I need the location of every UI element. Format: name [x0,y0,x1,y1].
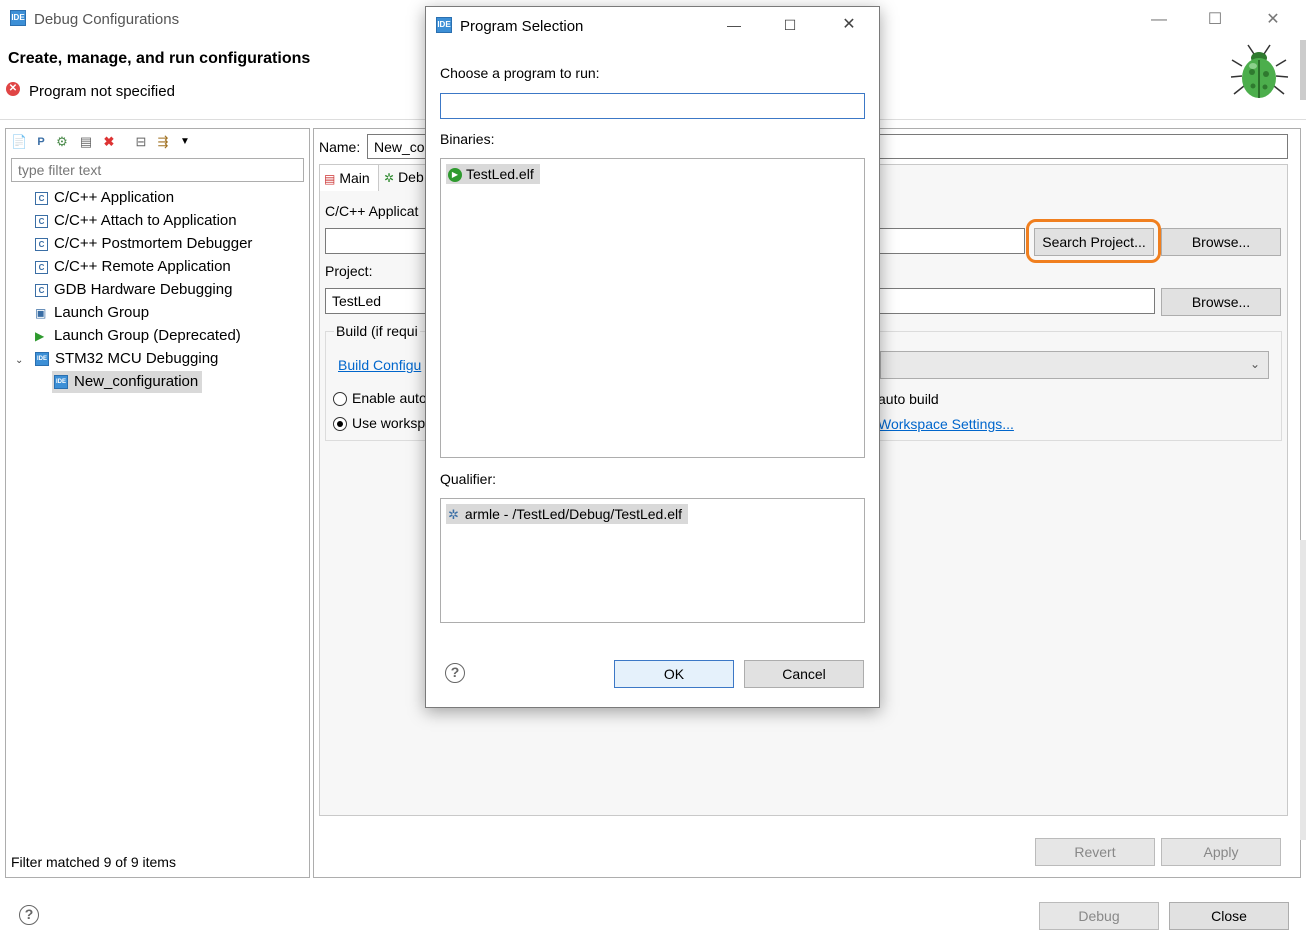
error-message: Program not specified [29,83,175,100]
error-icon: ✕ [6,82,20,96]
help-icon[interactable]: ? [445,663,465,683]
radio-label: Use worksp [352,415,426,431]
chevron-down-icon[interactable]: ▼ [177,134,193,150]
project-label: Project: [325,263,373,279]
build-config-select[interactable]: ⌄ [880,351,1269,379]
tree-item-label: C/C++ Remote Application [54,258,231,275]
bug-icon: ✲ [448,507,459,522]
maximize-icon[interactable]: ☐ [770,11,810,39]
build-config-link[interactable]: Build Configu [338,357,421,373]
maximize-icon[interactable]: ☐ [1192,6,1238,34]
binaries-label: Binaries: [440,131,495,147]
tree-item-label: C/C++ Postmortem Debugger [54,235,253,252]
c-icon: C [35,214,48,228]
debug-button[interactable]: Debug [1039,902,1159,930]
browse-project-button[interactable]: Browse... [1161,288,1281,316]
c-icon: C [35,191,48,205]
apply-button[interactable]: Apply [1161,838,1281,866]
application-label: C/C++ Applicat [325,203,419,219]
binaries-list: ▶ TestLed.elf [440,158,865,458]
ide-icon: IDE [436,17,452,33]
tree-item-gdb-hardware[interactable]: C GDB Hardware Debugging [35,279,232,301]
program-selection-dialog: IDE Program Selection — ☐ ✕ Choose a pro… [425,6,880,708]
tab-main[interactable]: ▤ Main [319,164,379,191]
delete-icon[interactable]: ✖ [101,134,117,150]
qualifier-item[interactable]: ✲ armle - /TestLed/Debug/TestLed.elf [446,504,689,524]
radio-label: Enable auto [352,390,427,406]
tree-item-cpp-remote[interactable]: C C/C++ Remote Application [35,256,231,278]
use-workspace-radio[interactable]: Use worksp [333,415,426,432]
help-icon[interactable]: ? [19,905,39,925]
duplicate-icon[interactable]: ▤ [78,134,94,150]
minimize-icon[interactable]: — [714,11,754,39]
close-icon[interactable]: ✕ [1250,6,1296,34]
ide-icon: IDE [35,352,49,367]
tree-item-new-configuration[interactable]: IDE New_configuration [52,371,203,393]
filter-status: Filter matched 9 of 9 items [11,854,176,870]
scrollbar[interactable] [1300,540,1306,840]
c-icon: C [35,260,48,274]
close-button[interactable]: Close [1169,902,1289,930]
binary-item-label: TestLed.elf [466,166,534,182]
choose-program-label: Choose a program to run: [440,65,600,81]
window-title: Debug Configurations [34,11,180,28]
binary-item[interactable]: ▶ TestLed.elf [446,164,540,184]
collapse-all-icon[interactable]: ⊟ [133,134,149,150]
minimize-icon[interactable]: — [1136,6,1182,34]
tree-item-label: STM32 MCU Debugging [55,350,219,367]
launch-group-icon: ▣ [35,306,47,320]
bug-logo-icon [1230,44,1289,98]
radio-icon [333,417,347,432]
tree-item-label: GDB Hardware Debugging [54,281,233,298]
scrollbar[interactable] [1300,40,1306,100]
program-filter-input[interactable] [440,93,865,119]
new-config-icon[interactable]: 📄 [11,134,27,150]
c-icon: C [35,283,48,297]
tree-item-launch-group[interactable]: ▣ Launch Group [35,302,149,324]
qualifier-label: Qualifier: [440,471,497,487]
browse-application-button[interactable]: Browse... [1161,228,1281,256]
close-icon[interactable]: ✕ [829,11,869,39]
tab-main-label: Main [339,170,370,186]
chevron-down-icon[interactable]: ⌄ [15,350,29,372]
export-icon[interactable]: ⚙ [54,134,70,150]
tree-item-label: C/C++ Attach to Application [54,212,237,229]
debugger-tab-icon: ✲ [384,171,395,185]
run-icon: ▶ [448,168,462,183]
tree-item-label: Launch Group (Deprecated) [54,327,241,344]
tab-debugger-label: Deb [398,169,424,185]
workspace-settings-link[interactable]: Workspace Settings... [878,416,1014,432]
enable-auto-build-radio[interactable]: Enable auto [333,390,427,407]
main-tab-icon: ▤ [324,172,336,186]
cancel-button[interactable]: Cancel [744,660,864,688]
c-icon: C [35,237,48,251]
tree-item-stm32[interactable]: ⌄ IDE STM32 MCU Debugging [15,348,218,370]
search-project-button[interactable]: Search Project... [1034,228,1154,256]
play-icon: ▶ [35,329,45,343]
tab-debugger[interactable]: ✲ Deb [382,168,424,185]
page-title: Create, manage, and run configurations [8,50,311,67]
qualifier-item-label: armle - /TestLed/Debug/TestLed.elf [464,506,683,522]
ok-button[interactable]: OK [614,660,734,688]
tree-item-cpp-attach[interactable]: C C/C++ Attach to Application [35,210,237,232]
radio-icon [333,392,347,407]
tree-item-cpp-postmortem[interactable]: C C/C++ Postmortem Debugger [35,233,252,255]
disable-auto-build-label: auto build [878,391,939,407]
tree-item-label: C/C++ Application [54,189,175,206]
ide-icon: IDE [10,10,26,26]
tree-item-cpp-application[interactable]: C C/C++ Application [35,187,174,209]
filter-icon[interactable]: ⇶ [155,134,171,150]
tree-item-label: New_configuration [74,373,199,390]
tree-item-launch-group-deprecated[interactable]: ▶ Launch Group (Deprecated) [35,325,241,347]
filter-input[interactable]: type filter text [11,158,304,182]
ide-icon: IDE [54,375,68,390]
new-prototype-icon[interactable]: P [33,134,49,150]
dialog-title: Program Selection [460,18,584,35]
build-group-label: Build (if requi [334,323,420,339]
qualifier-list: ✲ armle - /TestLed/Debug/TestLed.elf [440,498,865,623]
chevron-down-icon: ⌄ [1249,357,1260,371]
tree-item-label: Launch Group [54,304,150,321]
name-label: Name: [319,139,361,155]
revert-button[interactable]: Revert [1035,838,1155,866]
